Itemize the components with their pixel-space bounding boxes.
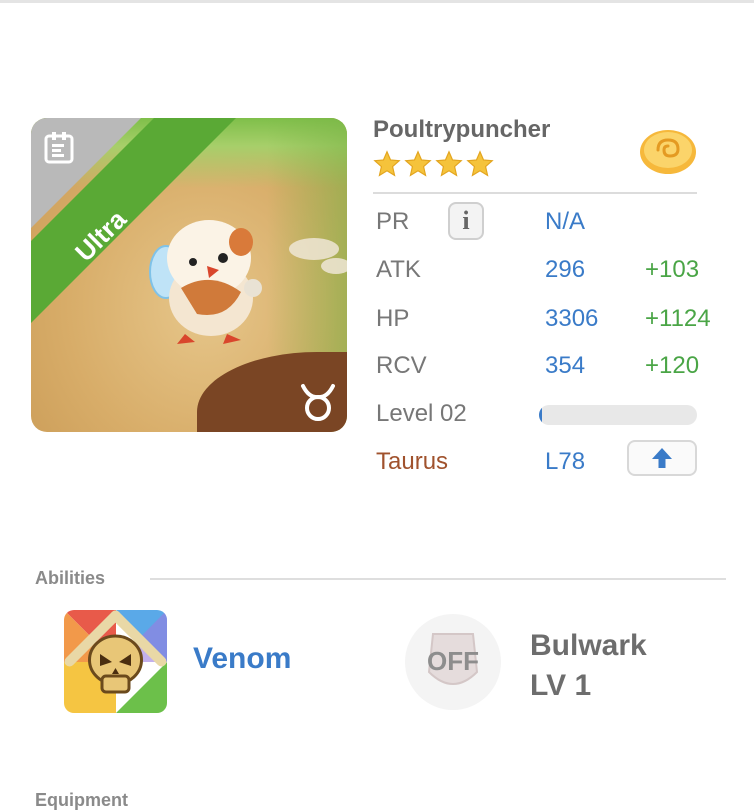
pr-label: PR	[376, 208, 410, 235]
bulwark-level: LV 1	[530, 669, 592, 702]
pr-value: N/A	[545, 208, 586, 235]
star-icon	[466, 150, 494, 177]
star-icon	[435, 150, 463, 177]
star-icon	[373, 150, 401, 177]
atk-bonus: +103	[645, 256, 700, 283]
bulwark-ability-info: Bulwark LV 1	[530, 626, 647, 706]
level-label: Level 02	[376, 400, 467, 427]
creature-card[interactable]: Ultra	[31, 118, 347, 432]
skull-icon	[64, 610, 167, 713]
hp-label: HP	[376, 305, 410, 332]
top-divider	[0, 0, 754, 3]
upgrade-sign-button[interactable]	[627, 440, 697, 476]
info-icon: i	[462, 206, 470, 235]
rcv-bonus: +120	[645, 352, 700, 379]
abilities-title: Abilities	[35, 568, 106, 588]
equipment-title: Equipment	[35, 790, 128, 810]
sign-level: L78	[545, 448, 586, 475]
rcv-label: RCV	[376, 352, 427, 379]
sign-label: Taurus	[376, 448, 449, 475]
hp-bonus: +1124	[645, 305, 711, 332]
star-rating	[373, 150, 494, 178]
venom-ability-button[interactable]	[64, 610, 167, 713]
off-status: OFF	[427, 646, 479, 676]
bulwark-ability-button[interactable]: OFF	[403, 612, 503, 712]
stats-divider	[373, 192, 697, 194]
rcv-value: 354	[545, 352, 586, 379]
abilities-divider	[150, 578, 726, 580]
notes-icon[interactable]	[41, 130, 77, 166]
creature-name: Poultrypuncher	[373, 116, 551, 143]
level-progress-fill	[539, 405, 543, 425]
hp-value: 3306	[545, 305, 599, 332]
info-button[interactable]: i	[448, 202, 484, 240]
level-progress-bar	[539, 405, 697, 425]
atk-value: 296	[545, 256, 586, 283]
venom-ability-name[interactable]: Venom	[193, 642, 291, 676]
bulwark-name: Bulwark	[530, 629, 647, 662]
arrow-up-icon	[652, 448, 672, 468]
star-icon	[404, 150, 432, 177]
atk-label: ATK	[376, 256, 421, 283]
taurus-sign-icon	[301, 384, 335, 421]
shield-icon: OFF	[405, 614, 501, 710]
creature-portrait	[149, 220, 262, 344]
egg-icon[interactable]	[636, 120, 700, 180]
